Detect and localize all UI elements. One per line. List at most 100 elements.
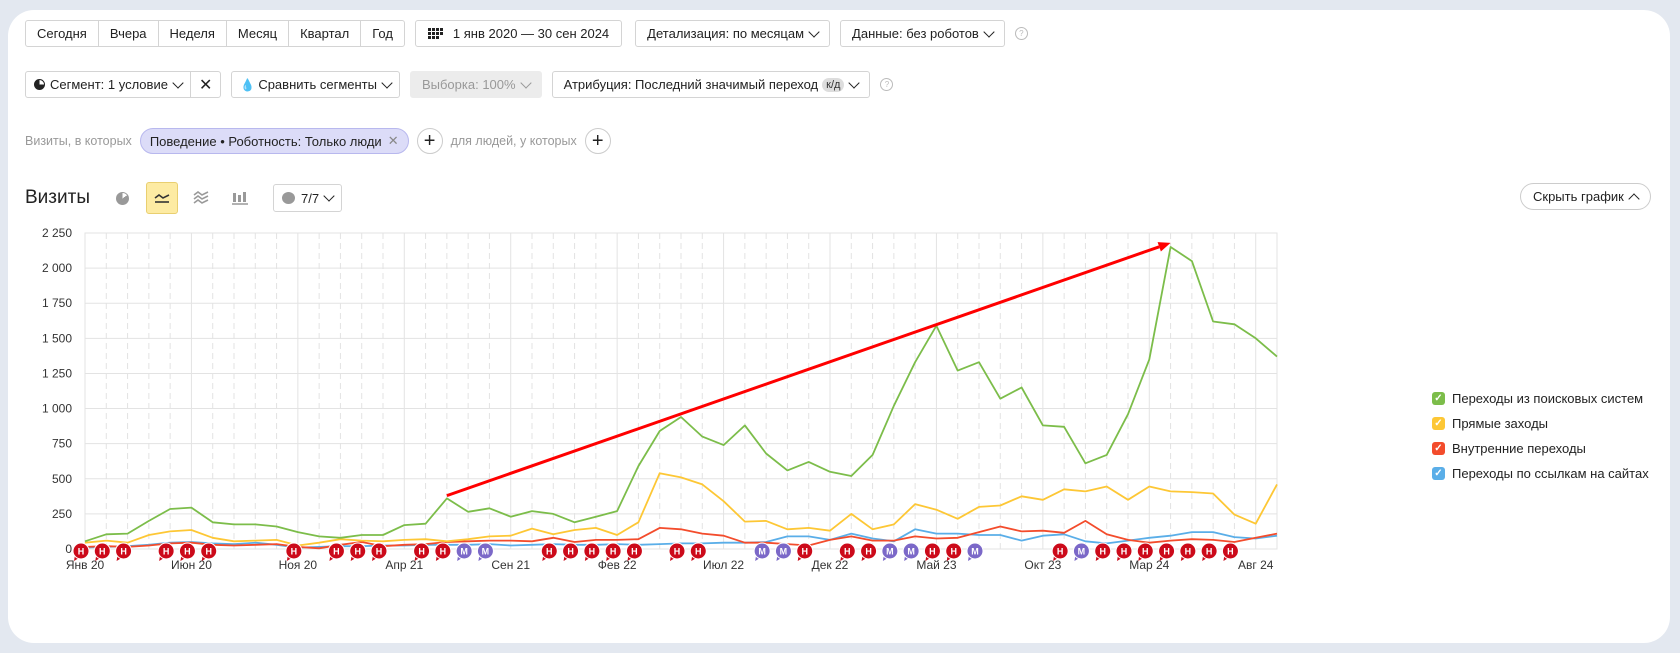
annotation-marker-h[interactable]: Н	[200, 542, 218, 561]
annotation-letter: Н	[1185, 547, 1192, 557]
checkbox-icon: ✓	[1432, 392, 1445, 405]
annotation-letter: Н	[1163, 547, 1170, 557]
chart-legend: ✓ Переходы из поисковых систем ✓ Прямые …	[1432, 386, 1649, 486]
annotation-letter: Н	[1121, 547, 1128, 557]
y-tick-label: 2 250	[42, 226, 72, 240]
annotation-letter: Н	[184, 547, 191, 557]
annotation-marker-h[interactable]: Н	[413, 542, 431, 561]
y-tick-label: 2 000	[42, 261, 72, 275]
hide-chart-button[interactable]: Скрыть график	[1520, 183, 1651, 210]
visits-line-chart: 0 250 500 750 1 000 1 250 1 500 1 750 2 000 2 250…	[42, 226, 1278, 572]
annotation-marker-h[interactable]: Н	[945, 542, 963, 561]
annotation-marker-h[interactable]: Н	[434, 542, 452, 561]
annotation-marker-h[interactable]: Н	[860, 542, 878, 561]
trend-arrow-head	[1157, 242, 1171, 252]
annotation-letter: М	[482, 547, 490, 557]
annotation-letter: М	[1078, 547, 1086, 557]
annotation-marker-h[interactable]: Н	[1094, 542, 1112, 561]
annotation-letter: Н	[929, 547, 936, 557]
annotation-letter: М	[886, 547, 894, 557]
y-tick-label: 250	[52, 507, 72, 521]
annotation-letter: Н	[440, 547, 447, 557]
legend-item-internal[interactable]: ✓ Внутренние переходы	[1432, 436, 1649, 461]
legend-label: Переходы по ссылкам на сайтах	[1452, 466, 1649, 481]
annotation-letter: Н	[354, 547, 361, 557]
checkbox-icon: ✓	[1432, 467, 1445, 480]
annotation-letter: Н	[1057, 547, 1064, 557]
annotation-letter: Н	[1142, 547, 1149, 557]
annotation-marker-h[interactable]: Н	[1051, 542, 1069, 561]
legend-item-links[interactable]: ✓ Переходы по ссылкам на сайтах	[1432, 461, 1649, 486]
annotation-letter: Н	[205, 547, 212, 557]
annotation-marker-m[interactable]: М	[774, 542, 792, 561]
annotation-letter: М	[907, 547, 915, 557]
annotation-marker-h[interactable]: Н	[796, 542, 814, 561]
x-tick-label: Окт 23	[1024, 558, 1061, 572]
annotation-marker-m[interactable]: М	[966, 542, 984, 561]
x-tick-label: Сен 21	[491, 558, 530, 572]
annotation-letter: М	[460, 547, 468, 557]
annotation-marker-h[interactable]: Н	[1221, 542, 1239, 561]
annotation-letter: М	[758, 547, 766, 557]
annotation-letter: Н	[546, 547, 553, 557]
annotation-marker-h[interactable]: Н	[1158, 542, 1176, 561]
annotation-marker-h[interactable]: Н	[349, 542, 367, 561]
x-tick-label: Апр 21	[385, 558, 423, 572]
annotation-letter: М	[971, 547, 979, 557]
x-tick-label: Июн 20	[171, 558, 212, 572]
chevron-up-icon	[1628, 192, 1640, 205]
annotation-marker-h[interactable]: Н	[1200, 542, 1218, 561]
hide-chart-label: Скрыть график	[1533, 189, 1624, 204]
x-tick-label: Фев 22	[598, 558, 637, 572]
annotation-letter: Н	[333, 547, 340, 557]
annotation-letter: Н	[291, 547, 298, 557]
annotation-letter: М	[780, 547, 788, 557]
annotation-marker-h[interactable]: Н	[668, 542, 686, 561]
y-tick-label: 0	[65, 542, 72, 556]
annotation-marker-h[interactable]: Н	[625, 542, 643, 561]
annotation-marker-h[interactable]: Н	[540, 542, 558, 561]
annotation-marker-m[interactable]: М	[455, 542, 473, 561]
annotation-letter: Н	[1206, 547, 1213, 557]
annotation-marker-h[interactable]: Н	[115, 542, 133, 561]
annotation-letter: Н	[865, 547, 872, 557]
annotation-letter: Н	[78, 547, 85, 557]
checkbox-icon: ✓	[1432, 442, 1445, 455]
legend-label: Внутренние переходы	[1452, 441, 1586, 456]
x-tick-label: Май 23	[916, 558, 957, 572]
y-tick-label: 500	[52, 472, 72, 486]
annotation-letter: Н	[801, 547, 808, 557]
legend-item-direct[interactable]: ✓ Прямые заходы	[1432, 411, 1649, 436]
checkbox-icon: ✓	[1432, 417, 1445, 430]
annotation-letter: Н	[589, 547, 596, 557]
x-tick-label: Мар 24	[1129, 558, 1169, 572]
annotation-marker-h[interactable]: Н	[562, 542, 580, 561]
annotation-letter: Н	[1227, 547, 1234, 557]
annotation-marker-m[interactable]: М	[1072, 542, 1090, 561]
annotation-marker-h[interactable]: Н	[838, 542, 856, 561]
plot-area	[84, 232, 1278, 550]
annotation-marker-m[interactable]: М	[881, 542, 899, 561]
y-tick-label: 1 000	[42, 402, 72, 416]
annotation-letter: Н	[610, 547, 617, 557]
y-tick-label: 1 250	[42, 366, 72, 380]
annotation-letter: Н	[567, 547, 574, 557]
x-tick-label: Янв 20	[66, 558, 105, 572]
annotation-marker-h[interactable]: Н	[93, 542, 111, 561]
x-tick-label: Июл 22	[703, 558, 744, 572]
y-tick-label: 750	[52, 437, 72, 451]
annotation-letter: Н	[418, 547, 425, 557]
legend-item-search[interactable]: ✓ Переходы из поисковых систем	[1432, 386, 1649, 411]
annotation-marker-h[interactable]: Н	[1179, 542, 1197, 561]
annotation-letter: Н	[376, 547, 383, 557]
x-tick-label: Авг 24	[1238, 558, 1274, 572]
annotation-marker-m[interactable]: М	[753, 542, 771, 561]
annotation-marker-h[interactable]: Н	[327, 542, 345, 561]
x-tick-label: Дек 22	[812, 558, 849, 572]
annotation-letter: Н	[120, 547, 127, 557]
y-tick-label: 1 500	[42, 331, 72, 345]
annotation-letter: Н	[844, 547, 851, 557]
annotation-letter: Н	[163, 547, 170, 557]
y-tick-label: 1 750	[42, 296, 72, 310]
annotation-letter: Н	[695, 547, 702, 557]
